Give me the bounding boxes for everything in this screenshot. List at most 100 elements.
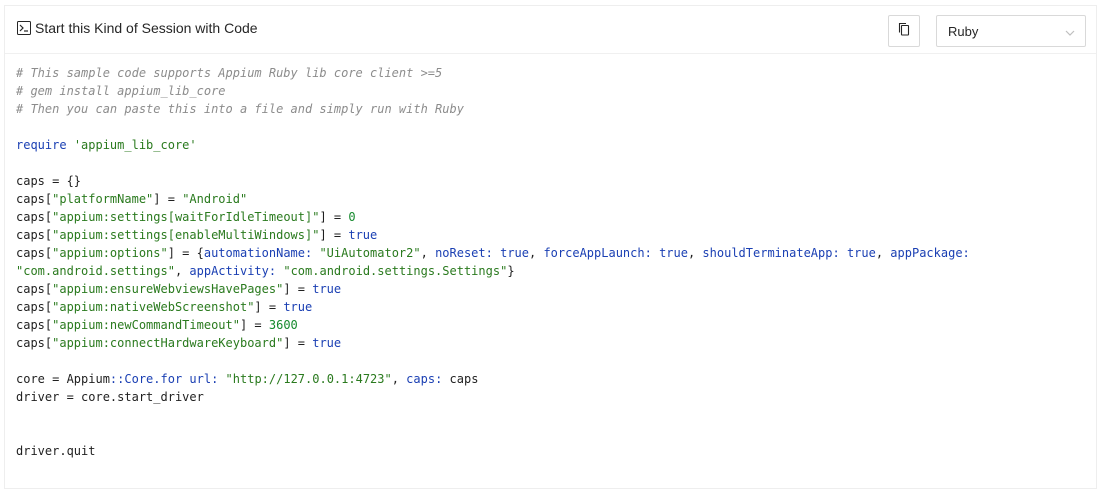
- code-token: caps[: [16, 246, 53, 260]
- code-line: caps["appium:options"] = {automationName…: [16, 244, 970, 262]
- code-line: caps["appium:connectHardwareKeyboard"] =…: [16, 334, 970, 352]
- chevron-down-icon: [1064, 26, 1076, 38]
- code-token: ] =: [153, 192, 183, 206]
- code-token: "Android": [182, 192, 248, 206]
- code-token: ] =: [283, 336, 313, 350]
- code-token: "com.android.settings.Settings": [283, 264, 508, 278]
- code-line: caps["appium:nativeWebScreenshot"] = tru…: [16, 298, 970, 316]
- code-token: appPackage:: [890, 246, 970, 260]
- code-token: caps[: [16, 228, 53, 242]
- code-token: "appium:options": [52, 246, 168, 260]
- code-token: automationName:: [203, 246, 313, 260]
- code-token: caps: [442, 372, 479, 386]
- card-title: Start this Kind of Session with Code: [35, 20, 258, 36]
- code-token: ,: [174, 264, 190, 278]
- code-token: caps[: [16, 282, 53, 296]
- code-token: ,: [875, 246, 891, 260]
- code-token: shouldTerminateApp:: [702, 246, 840, 260]
- code-token: caps[: [16, 318, 53, 332]
- copy-button[interactable]: [888, 15, 920, 47]
- code-token: caps:: [406, 372, 443, 386]
- code-token: # gem install appium_lib_core: [16, 84, 226, 98]
- code-token: "appium:nativeWebScreenshot": [52, 300, 255, 314]
- code-line: caps["appium:settings[enableMultiWindows…: [16, 226, 970, 244]
- code-token: "platformName": [52, 192, 154, 206]
- code-line: # Then you can paste this into a file an…: [16, 100, 970, 118]
- code-token: ,: [420, 246, 436, 260]
- code-line: # gem install appium_lib_core: [16, 82, 970, 100]
- terminal-icon: [17, 21, 31, 35]
- code-token: caps[: [16, 336, 53, 350]
- code-line: caps["appium:ensureWebviewsHavePages"] =…: [16, 280, 970, 298]
- code-token: "appium:connectHardwareKeyboard": [52, 336, 284, 350]
- code-token: "appium:newCommandTimeout": [52, 318, 240, 332]
- language-select-value: Ruby: [948, 24, 979, 39]
- code-token: noReset:: [435, 246, 493, 260]
- copy-icon: [897, 22, 911, 41]
- code-line: core = Appium::Core.for url: "http://127…: [16, 370, 970, 388]
- code-line: caps["platformName"] = "Android": [16, 190, 970, 208]
- code-token: # Then you can paste this into a file an…: [16, 102, 464, 116]
- code-line: require 'appium_lib_core': [16, 136, 970, 154]
- code-token: "com.android.settings": [16, 264, 175, 278]
- code-line: driver = core.start_driver: [16, 388, 970, 406]
- code-line: driver.quit: [16, 442, 970, 460]
- code-line: caps["appium:settings[waitForIdleTimeout…: [16, 208, 970, 226]
- code-token: caps[: [16, 210, 53, 224]
- code-token: "appium:ensureWebviewsHavePages": [52, 282, 284, 296]
- code-token: ] =: [319, 228, 349, 242]
- code-token: driver.quit: [16, 444, 96, 458]
- code-line: caps = {}: [16, 172, 970, 190]
- code-token: ] = {: [167, 246, 204, 260]
- code-token: "appium:settings[enableMultiWindows]": [52, 228, 320, 242]
- code-token: ] =: [283, 282, 313, 296]
- code-token: ] =: [239, 318, 269, 332]
- code-token: ,: [529, 246, 544, 260]
- code-token: caps = {}: [16, 174, 82, 188]
- code-token: require: [16, 138, 67, 152]
- title-wrap: Start this Kind of Session with Code: [17, 20, 258, 36]
- code-token: core = Appium: [16, 372, 110, 386]
- code-token: url:: [189, 372, 219, 386]
- code-token: "appium:settings[waitForIdleTimeout]": [52, 210, 320, 224]
- code-token: ] =: [254, 300, 284, 314]
- code-token: forceAppLaunch:: [543, 246, 652, 260]
- code-token: 'appium_lib_core': [73, 138, 197, 152]
- code-token: true: [846, 246, 876, 260]
- code-token: "UiAutomator2": [319, 246, 421, 260]
- code-token: }: [507, 264, 515, 278]
- code-token: ::Core.for: [109, 372, 183, 386]
- code-token: 0: [348, 210, 356, 224]
- code-token: true: [500, 246, 529, 260]
- code-token: true: [348, 228, 378, 242]
- code-token: caps[: [16, 300, 53, 314]
- code-token: true: [312, 336, 342, 350]
- code-token: caps[: [16, 192, 53, 206]
- code-block: # This sample code supports Appium Ruby …: [16, 64, 970, 460]
- code-token: 3600: [268, 318, 298, 332]
- code-token: driver = core.start_driver: [16, 390, 204, 404]
- code-line: # This sample code supports Appium Ruby …: [16, 64, 970, 82]
- code-token: ,: [391, 372, 407, 386]
- code-token: ,: [687, 246, 703, 260]
- code-token: appActivity:: [189, 264, 277, 278]
- code-line: "com.android.settings", appActivity: "co…: [16, 262, 970, 280]
- code-token: true: [283, 300, 313, 314]
- card-header: Start this Kind of Session with Code Rub…: [5, 6, 1096, 54]
- code-token: "http://127.0.0.1:4723": [225, 372, 392, 386]
- language-select[interactable]: Ruby: [936, 15, 1086, 47]
- code-card: Start this Kind of Session with Code Rub…: [4, 5, 1097, 489]
- code-token: ] =: [319, 210, 349, 224]
- code-token: # This sample code supports Appium Ruby …: [16, 66, 443, 80]
- code-line: caps["appium:newCommandTimeout"] = 3600: [16, 316, 970, 334]
- code-token: true: [659, 246, 688, 260]
